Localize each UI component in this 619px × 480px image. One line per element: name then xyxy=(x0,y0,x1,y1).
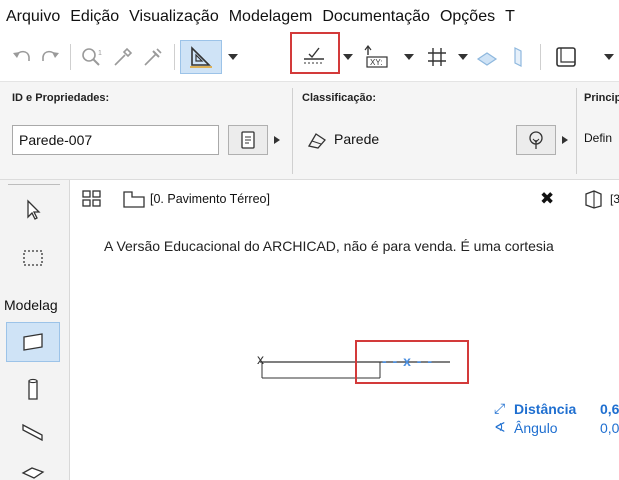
classification-icon xyxy=(306,130,328,155)
redo-button[interactable] xyxy=(36,40,64,74)
coordinates-icon: XY: xyxy=(364,45,388,68)
menu-edicao[interactable]: Edição xyxy=(70,8,119,26)
svg-text:1: 1 xyxy=(98,50,102,57)
menu-opcoes[interactable]: Opções xyxy=(440,8,495,26)
document-icon xyxy=(241,131,255,149)
distance-label: Distância xyxy=(514,400,577,417)
magic-wand-dropdown-caret[interactable] xyxy=(343,54,353,60)
syringe-icon xyxy=(144,48,162,66)
menu-documentacao[interactable]: Documentação xyxy=(322,8,430,26)
tracker-angle-row[interactable]: ∢ Ângulo 0,00° xyxy=(494,418,619,437)
tab-grid-icon[interactable] xyxy=(82,190,102,213)
marquee-tool-icon xyxy=(23,250,43,266)
properties-expand-arrow[interactable] xyxy=(274,136,280,144)
syringe-button[interactable] xyxy=(138,40,168,74)
standard-toolbar: 1 XY: xyxy=(0,34,619,82)
layer-button[interactable] xyxy=(504,40,532,74)
column-tool-icon xyxy=(28,378,38,400)
classification-tree-button[interactable] xyxy=(516,125,556,155)
angle-icon: ∢ xyxy=(494,419,506,435)
undo-button[interactable] xyxy=(8,40,36,74)
angle-value[interactable]: 0,00° xyxy=(600,420,619,436)
menu-truncated[interactable]: T xyxy=(505,8,515,26)
menu-bar: Arquivo Edição Visualização Modelagem Do… xyxy=(0,0,619,34)
coordinates-button[interactable]: XY: xyxy=(358,40,398,74)
suspend-groups-button[interactable] xyxy=(472,40,502,74)
3d-window-button[interactable] xyxy=(548,40,584,74)
properties-button[interactable] xyxy=(228,125,268,155)
wall-tool[interactable] xyxy=(6,322,60,362)
3d-tab-icon[interactable] xyxy=(582,189,604,214)
classification-label: Classificação: xyxy=(302,92,376,104)
angle-label: Ângulo xyxy=(514,419,558,436)
beam-tool-icon xyxy=(22,423,43,442)
principal-label: Princip xyxy=(584,92,619,104)
element-id-field[interactable] xyxy=(12,125,219,155)
svg-text:XY:: XY: xyxy=(370,58,382,67)
slab-tool[interactable] xyxy=(6,452,60,480)
grid-snap-icon xyxy=(428,48,446,66)
beam-tool[interactable] xyxy=(6,412,60,452)
info-box: ID e Propriedades: Classificação: Parede… xyxy=(0,82,619,180)
guide-line-button[interactable] xyxy=(180,40,222,74)
layer-icon xyxy=(514,47,522,67)
arrow-tool[interactable] xyxy=(6,190,60,230)
tracker-panel: ⤢ Distância 0,68 ∢ Ângulo 0,00° xyxy=(494,399,619,437)
wall-preview xyxy=(260,361,450,379)
classification-value: Parede xyxy=(334,131,380,147)
tracker-distance-row[interactable]: ⤢ Distância 0,68 xyxy=(494,399,619,418)
eyedropper-button[interactable] xyxy=(108,40,138,74)
toolbox-palette: Modelag xyxy=(0,180,70,480)
coordinates-dropdown-caret[interactable] xyxy=(404,54,414,60)
toolbar-separator xyxy=(70,44,71,70)
3d-dropdown-caret[interactable] xyxy=(604,54,614,60)
modelagem-section-label: Modelag xyxy=(4,297,58,313)
educational-notice: A Versão Educacional do ARCHICAD, não é … xyxy=(104,238,554,254)
slab-tool-icon xyxy=(21,467,45,479)
toolbox-divider xyxy=(8,184,60,185)
guide-dropdown-caret[interactable] xyxy=(228,54,238,60)
distance-value[interactable]: 0,68 xyxy=(600,401,619,417)
tab-pavimento-terreo[interactable]: [0. Pavimento Térreo] xyxy=(150,192,270,206)
infobox-separator xyxy=(576,88,577,174)
magic-wand-icon xyxy=(304,47,324,64)
toolbar-separator xyxy=(174,44,175,70)
infobox-separator xyxy=(292,88,293,174)
marquee-tool[interactable] xyxy=(6,238,60,278)
tree-icon xyxy=(529,131,543,149)
distance-icon: ⤢ xyxy=(494,400,506,416)
tab-3d[interactable]: [3 xyxy=(610,192,619,206)
suspend-groups-icon xyxy=(476,52,498,66)
principal-value[interactable]: Defin xyxy=(584,131,612,145)
start-point-marker: x xyxy=(257,351,264,367)
eyedropper-icon xyxy=(114,47,133,66)
wall-tool-icon xyxy=(23,333,43,351)
magic-wand-button[interactable] xyxy=(292,40,336,74)
close-tab-icon[interactable]: ✖ xyxy=(540,189,554,209)
floor-plan-icon xyxy=(122,189,148,214)
redo-icon xyxy=(42,50,59,61)
guide-line-icon xyxy=(190,46,212,68)
grid-snap-button[interactable] xyxy=(420,40,454,74)
arrow-tool-icon xyxy=(27,199,41,220)
view-tab-bar: [0. Pavimento Térreo] ✖ [3 xyxy=(70,180,619,220)
toolbar-separator xyxy=(540,44,541,70)
menu-modelagem[interactable]: Modelagem xyxy=(229,8,313,26)
grid-dropdown-caret[interactable] xyxy=(458,54,468,60)
column-tool[interactable] xyxy=(6,370,60,410)
menu-visualizacao[interactable]: Visualização xyxy=(129,8,219,26)
cursor-snap-marker: - - x - - xyxy=(382,353,433,369)
floor-plan-canvas[interactable]: A Versão Educacional do ARCHICAD, não é … xyxy=(70,220,619,480)
classification-expand-arrow[interactable] xyxy=(562,136,568,144)
find-select-button[interactable]: 1 xyxy=(76,40,106,74)
menu-arquivo[interactable]: Arquivo xyxy=(6,8,60,26)
find-select-icon: 1 xyxy=(82,48,102,66)
undo-icon xyxy=(13,50,30,61)
id-properties-label: ID e Propriedades: xyxy=(12,92,110,104)
3d-window-icon xyxy=(556,47,576,67)
